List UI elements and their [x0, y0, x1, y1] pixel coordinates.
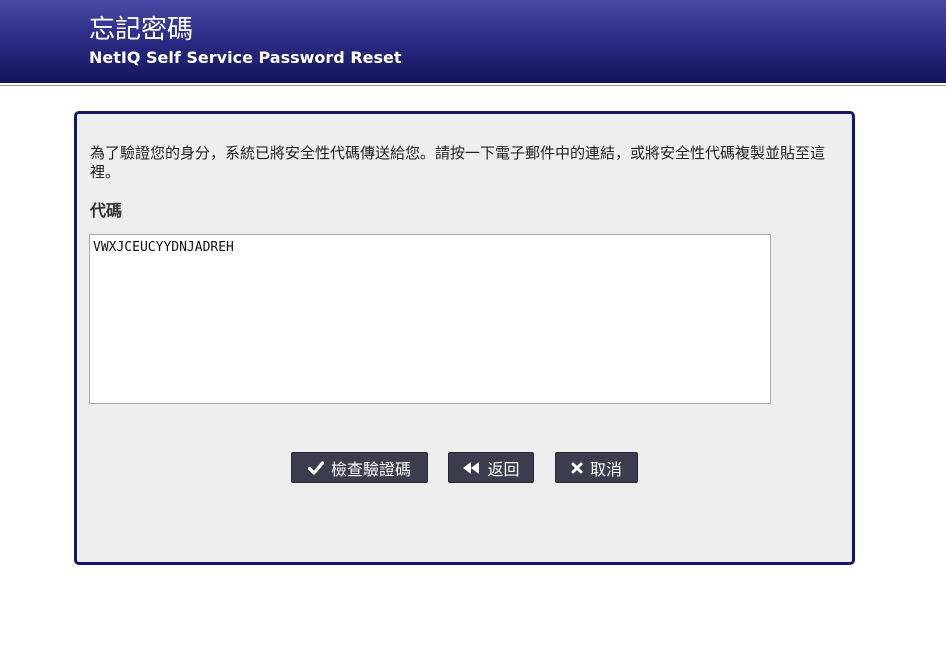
checkmark-icon	[307, 460, 324, 475]
header-banner: 忘記密碼 NetIQ Self Service Password Reset	[0, 0, 946, 83]
page-subtitle: NetIQ Self Service Password Reset	[89, 48, 402, 67]
page-title: 忘記密碼	[89, 15, 194, 45]
check-code-label: 檢查驗證碼	[330, 459, 411, 479]
back-label: 返回	[487, 459, 520, 479]
verification-panel: 為了驗證您的身分，系統已將安全性代碼傳送給您。請按一下電子郵件中的連結，或將安全…	[74, 111, 855, 565]
check-code-button[interactable]: 檢查驗證碼	[291, 452, 428, 483]
header-divider	[0, 83, 946, 86]
code-label: 代碼	[90, 201, 123, 220]
cancel-label: 取消	[589, 459, 622, 479]
x-icon	[571, 462, 583, 474]
instructions-text: 為了驗證您的身分，系統已將安全性代碼傳送給您。請按一下電子郵件中的連結，或將安全…	[90, 144, 826, 181]
double-chevron-left-icon	[462, 461, 480, 475]
back-button[interactable]: 返回	[448, 452, 534, 483]
code-input[interactable]: VWXJCEUCYYDNJADREH	[89, 234, 771, 404]
cancel-button[interactable]: 取消	[555, 452, 638, 483]
